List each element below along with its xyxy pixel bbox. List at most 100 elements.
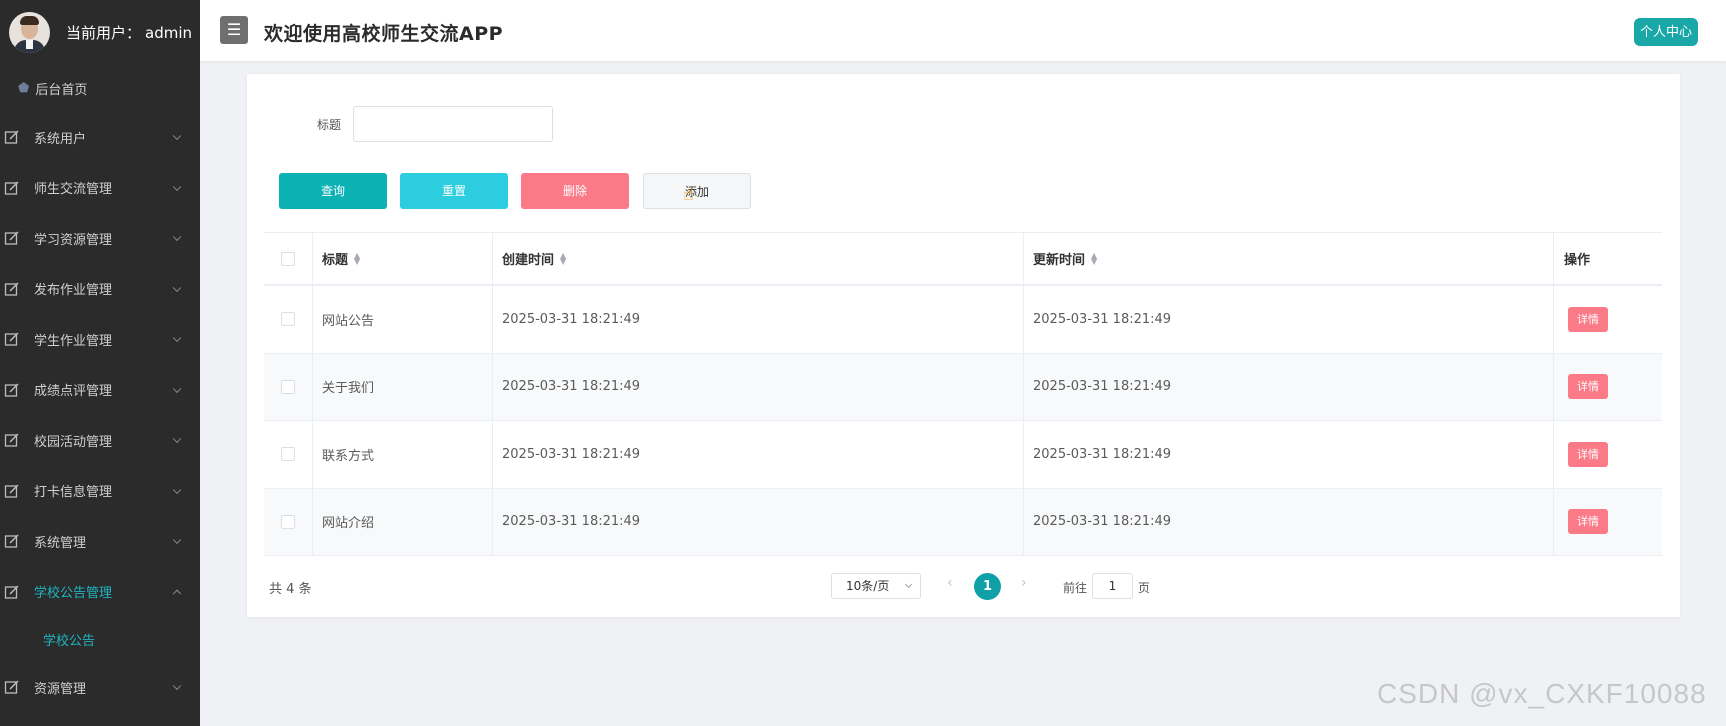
cell-created: 2025-03-31 18:21:49	[493, 421, 1024, 488]
cell-op: 详情	[1554, 421, 1662, 488]
header-created[interactable]: 创建时间 ▲ ▼	[493, 233, 1024, 284]
row-checkbox[interactable]	[281, 312, 295, 327]
sidebar-item[interactable]: 学校公告管理	[0, 567, 200, 618]
add-button[interactable]: 添加	[643, 173, 751, 209]
sort-icon[interactable]: ▲ ▼	[560, 251, 566, 265]
sidebar-item[interactable]: 打卡信息管理	[0, 466, 200, 517]
detail-button[interactable]: 详情	[1568, 441, 1608, 467]
chevron-icon	[172, 434, 182, 444]
table-body: 网站公告 2025-03-31 18:21:49 2025-03-31 18:21:…	[264, 286, 1662, 556]
detail-button[interactable]: 详情	[1568, 306, 1608, 332]
cell-created: 2025-03-31 18:21:49	[493, 353, 1024, 420]
edit-icon	[4, 130, 19, 144]
header-updated[interactable]: 更新时间 ▲ ▼	[1024, 233, 1554, 284]
title-search-input[interactable]	[353, 106, 553, 142]
table-row: 联系方式 2025-03-31 18:21:49 2025-03-31 18:21:…	[264, 421, 1662, 489]
edit-icon	[4, 181, 19, 195]
detail-button[interactable]: 详情	[1568, 374, 1608, 400]
profile-center-button[interactable]: 个人中心	[1633, 18, 1698, 46]
chevron-icon	[172, 681, 182, 691]
table-row: 网站公告 2025-03-31 18:21:49 2025-03-31 18:21:…	[264, 286, 1662, 354]
sidebar-item[interactable]: 发布作业管理	[0, 264, 200, 315]
query-button[interactable]: 查询	[279, 173, 387, 209]
cell-updated: 2025-03-31 18:21:49	[1024, 353, 1554, 420]
sidebar-item[interactable]: 系统用户	[0, 112, 200, 163]
sidebar-item-label: 发布作业管理	[34, 283, 113, 299]
header-title[interactable]: 标题 ▲ ▼	[313, 233, 493, 284]
edit-icon	[4, 484, 19, 498]
edit-icon	[4, 332, 19, 346]
sidebar-item[interactable]: 师生交流管理	[0, 163, 200, 214]
edit-icon	[4, 282, 19, 296]
chevron-icon	[172, 333, 182, 343]
cell-title: 网站公告	[313, 286, 493, 353]
sidebar-menu: ⬟ 后台首页	[0, 64, 200, 112]
header-created-label: 创建时间	[502, 253, 555, 268]
edit-icon	[4, 534, 19, 548]
select-all-cell	[264, 233, 313, 284]
prev-page-icon[interactable]: ‹	[947, 575, 953, 591]
sidebar-menu-list: 系统用户师生交流管理学习资源管理发布作业管理 学生作业管理成绩点评管理校园活动管理…	[0, 112, 200, 713]
sidebar-item[interactable]: 资源管理	[0, 662, 200, 713]
cell-op: 详情	[1554, 286, 1662, 353]
chevron-icon	[172, 232, 182, 242]
row-checkbox[interactable]	[281, 514, 295, 529]
sidebar-item-home[interactable]: ⬟ 后台首页	[0, 64, 200, 112]
cell-op: 详情	[1554, 489, 1662, 556]
cell-title: 联系方式	[313, 421, 493, 488]
edit-icon	[4, 585, 19, 599]
sidebar-item-label: 资源管理	[34, 681, 87, 697]
header-title-label: 标题	[322, 253, 349, 268]
select-all-checkbox[interactable]	[281, 251, 295, 266]
current-user: 当前用户： admin	[66, 22, 192, 43]
row-check-cell	[264, 353, 313, 420]
sidebar-item-label: 系统用户	[34, 131, 87, 147]
goto-page-input[interactable]: 1	[1092, 573, 1133, 599]
sidebar-subitem[interactable]: 学校公告	[0, 617, 200, 662]
cell-op: 详情	[1554, 354, 1662, 421]
chevron-icon	[172, 485, 182, 494]
username: admin	[145, 23, 193, 42]
home-icon: ⬟	[18, 80, 30, 96]
table-header-row: 标题 ▲ ▼ 创建时间 ▲ ▼ 更新时间 ▲ ▼ 操作	[264, 233, 1662, 286]
row-checkbox[interactable]	[281, 447, 295, 462]
goto-suffix: 页	[1138, 581, 1151, 595]
chevron-icon	[172, 182, 182, 191]
sidebar-item[interactable]: 校园活动管理	[0, 415, 200, 466]
next-page-icon[interactable]: ›	[1021, 575, 1027, 591]
page-size-value: 10条/页	[846, 579, 890, 593]
sidebar-item-label: 校园活动管理	[34, 434, 113, 450]
edit-icon	[4, 383, 19, 397]
chevron-icon	[172, 589, 182, 598]
cell-updated: 2025-03-31 18:21:49	[1024, 286, 1554, 353]
reset-button[interactable]: 重置	[400, 173, 508, 209]
row-check-cell	[264, 488, 313, 555]
detail-button[interactable]: 详情	[1568, 509, 1608, 535]
sidebar-item-label: 系统管理	[34, 535, 87, 551]
header-op-label: 操作	[1564, 253, 1591, 268]
watermark: CSDN @vx_CXKF10088	[1377, 678, 1707, 709]
cell-updated: 2025-03-31 18:21:49	[1024, 488, 1554, 555]
page-size-select[interactable]: 10条/页	[831, 573, 921, 599]
chevron-icon	[172, 131, 182, 141]
menu-toggle-icon[interactable]: ☰	[220, 16, 248, 44]
row-checkbox[interactable]	[281, 379, 295, 394]
edit-icon	[4, 680, 19, 694]
delete-button[interactable]: 删除	[521, 173, 629, 209]
sidebar-item-label: 师生交流管理	[34, 182, 113, 198]
row-check-cell	[264, 286, 313, 353]
notice-table: 标题 ▲ ▼ 创建时间 ▲ ▼ 更新时间 ▲ ▼ 操作 网站公告 2025-03-31 …	[264, 232, 1662, 556]
header-op: 操作	[1554, 233, 1662, 284]
current-page[interactable]: 1	[974, 573, 1001, 600]
cell-title: 关于我们	[313, 353, 493, 420]
sort-icon[interactable]: ▲ ▼	[354, 251, 360, 265]
sidebar-item[interactable]: 学习资源管理	[0, 213, 200, 264]
title-filter-label: 标题	[317, 118, 342, 132]
cell-updated: 2025-03-31 18:21:49	[1024, 421, 1554, 488]
sidebar-item[interactable]: 系统管理	[0, 516, 200, 567]
sidebar-item[interactable]: 学生作业管理	[0, 314, 200, 365]
sidebar-item[interactable]: 成绩点评管理	[0, 365, 200, 416]
sidebar-item-label: 学校公告管理	[34, 586, 113, 602]
sidebar-item-label: 学生作业管理	[34, 333, 113, 349]
sort-icon[interactable]: ▲ ▼	[1091, 251, 1097, 265]
